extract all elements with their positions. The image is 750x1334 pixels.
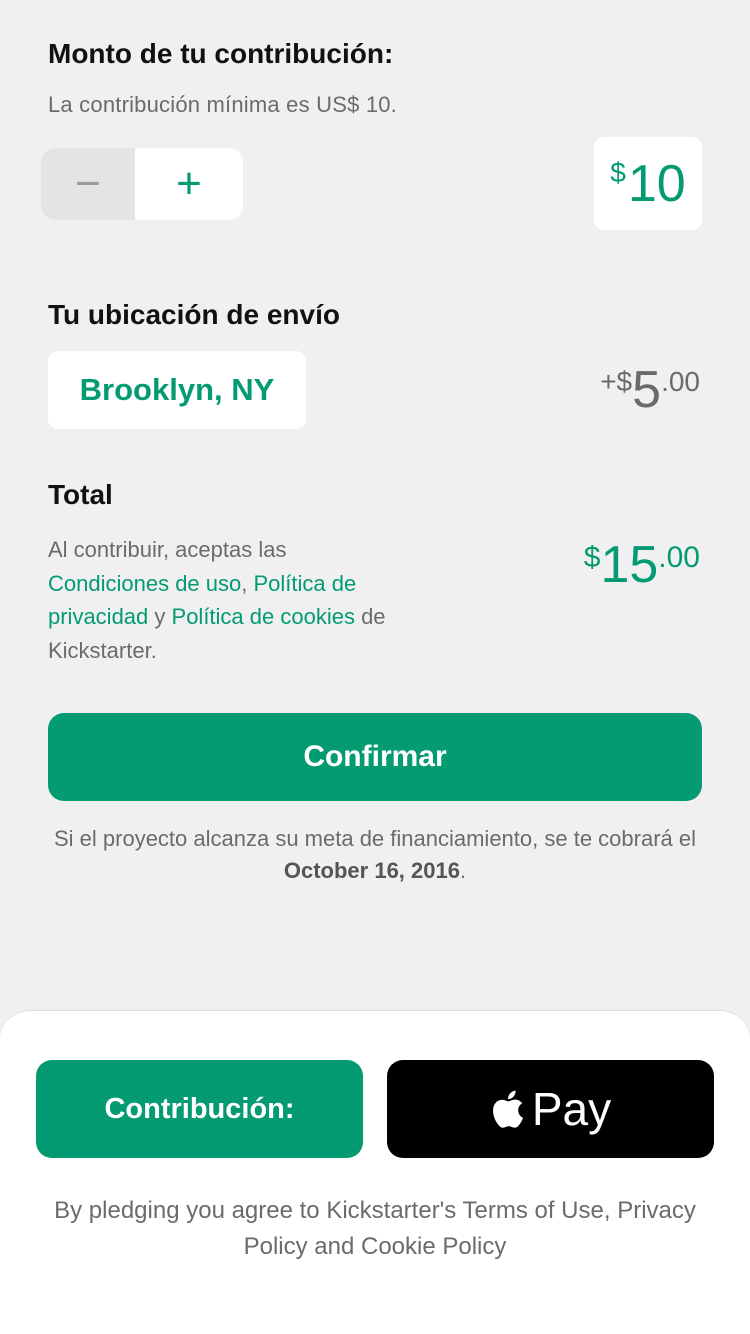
shipping-price-prefix: +$ [600,366,633,397]
apple-logo-icon [492,1090,523,1128]
total-price-whole: 15 [600,536,659,594]
minimum-note: La contribución mínima es US$ 10. [48,92,397,117]
confirm-button[interactable]: Confirmar [48,713,702,801]
cookie-policy-link[interactable]: Política de cookies [172,604,355,629]
charge-note-text: Si el proyecto alcanza su meta de financ… [53,826,697,851]
total-price-prefix: $ [583,541,601,574]
apple-pay-button[interactable]: Pay [387,1060,714,1158]
charge-date: October 16, 2016 [283,858,460,883]
amount-field[interactable]: $ 10 [594,137,702,230]
apple-pay-label: Pay [531,1083,612,1135]
contribution-heading: Monto de tu contribución: [48,38,394,69]
pledge-button[interactable]: Contribución: [36,1060,363,1158]
shipping-heading: Tu ubicación de envío [48,299,340,330]
total-price-cents: .00 [658,541,700,574]
amount-currency: $ [610,157,626,188]
amount-stepper: − + [41,148,243,220]
shipping-price-whole: 5 [632,361,662,419]
charge-note-end: . [459,858,467,883]
charge-date-note: Si el proyecto alcanza su meta de financ… [48,823,702,887]
terms-and: y [148,604,172,629]
total-price: $ 15 .00 [584,535,700,591]
shipping-location-button[interactable]: Brooklyn, NY [48,351,306,429]
increase-button[interactable]: + [135,148,243,220]
pledge-terms-notice: By pledging you agree to Kickstarter's T… [54,1197,696,1260]
total-heading: Total [48,479,113,510]
amount-value: 10 [627,154,686,213]
terms-notice: Al contribuir, aceptas las Condiciones d… [48,533,388,667]
decrease-button[interactable]: − [41,148,135,220]
bottom-sheet [0,1010,750,1334]
shipping-price: +$ 5 .00 [600,360,700,416]
terms-comma: , [241,570,254,596]
shipping-price-cents: .00 [661,366,700,397]
terms-intro: Al contribuir, aceptas las [48,537,287,562]
terms-of-use-link[interactable]: Condiciones de uso [48,571,241,596]
